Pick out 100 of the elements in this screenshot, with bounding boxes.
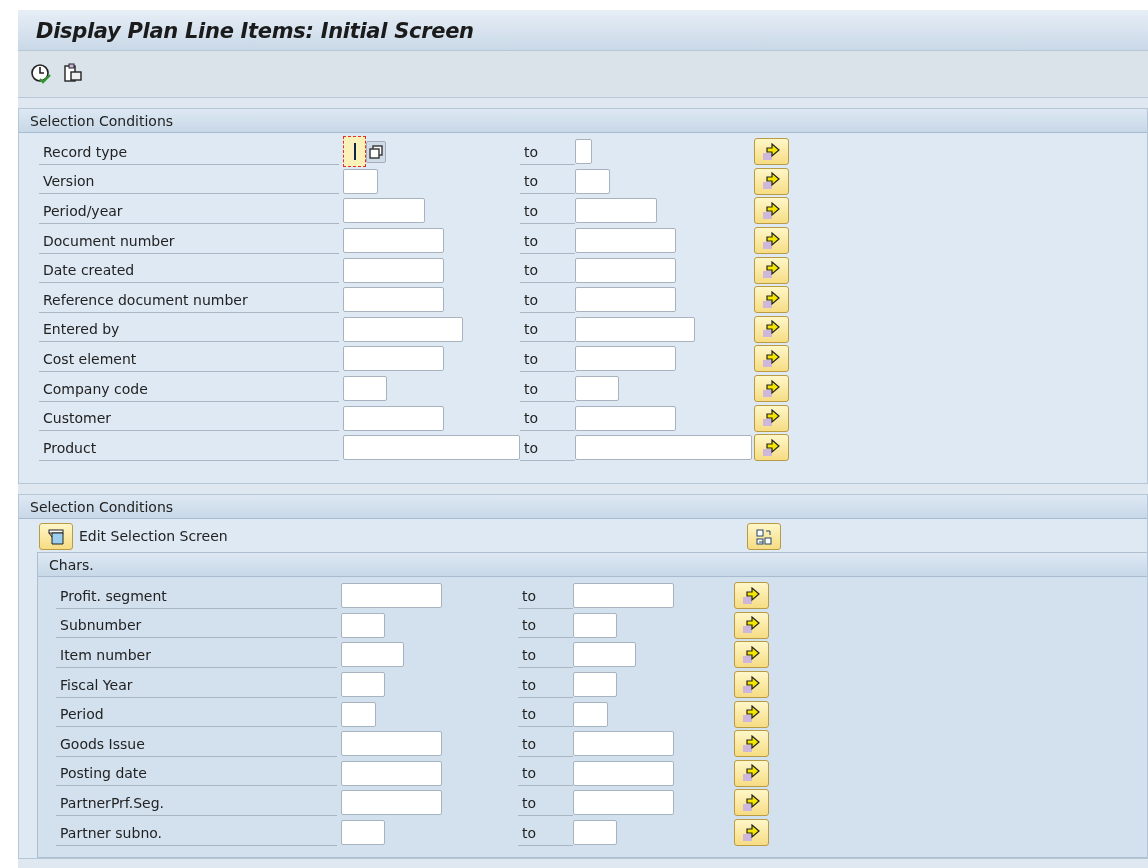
input-field[interactable]: [575, 139, 592, 165]
field-label: Version: [39, 168, 339, 195]
field-label: Product: [39, 434, 339, 461]
input-field[interactable]: [341, 583, 442, 609]
input-field[interactable]: [575, 346, 676, 372]
input-field[interactable]: [343, 376, 387, 402]
arrow-right-icon: [761, 379, 782, 398]
field-label: Document number: [39, 227, 339, 254]
arrow-right-icon: [741, 646, 762, 664]
multiple-selection-button[interactable]: [734, 730, 769, 758]
arrow-right-icon: [741, 616, 762, 635]
field-label: Date created: [39, 257, 339, 284]
multiple-selection-button[interactable]: [754, 434, 789, 462]
arrow-right-icon: [741, 793, 762, 812]
layout-icon: [755, 527, 773, 546]
input-field[interactable]: [575, 198, 657, 224]
multiple-selection-button[interactable]: [754, 345, 789, 373]
field-label: Fiscal Year: [56, 671, 337, 698]
arrow-right-icon: [741, 734, 762, 753]
arrow-right-icon: [761, 438, 782, 457]
field-label: Item number: [56, 642, 337, 668]
input-field[interactable]: [575, 287, 676, 313]
input-field[interactable]: [341, 672, 385, 698]
field-label: Company code: [39, 375, 339, 402]
field-label: Entered by: [39, 316, 339, 343]
input-field[interactable]: [343, 435, 520, 461]
field-label: Reference document number: [39, 286, 339, 313]
execute-icon[interactable]: [30, 63, 52, 85]
arrow-right-icon: [761, 202, 782, 220]
input-field[interactable]: [341, 731, 442, 757]
field-label: Period: [56, 701, 337, 728]
copy-icon[interactable]: [62, 63, 84, 85]
arrow-right-icon: [761, 142, 782, 161]
input-field[interactable]: [343, 136, 366, 168]
window-title: Display Plan Line Items: Initial Screen: [36, 18, 474, 43]
multiple-selection-button[interactable]: [754, 227, 789, 255]
arrow-right-icon: [741, 823, 762, 842]
input-field[interactable]: [573, 731, 674, 757]
input-field[interactable]: [575, 257, 676, 283]
input-field[interactable]: [573, 642, 636, 668]
input-field[interactable]: [573, 820, 617, 846]
multiple-selection-button[interactable]: [734, 759, 769, 787]
arrow-right-icon: [741, 705, 762, 724]
arrow-right-icon: [761, 320, 782, 339]
field-label: Partner subno.: [56, 819, 337, 846]
arrow-right-icon: [761, 231, 782, 250]
input-field[interactable]: [573, 672, 617, 698]
field-label: Record type: [39, 138, 339, 165]
value-help-button[interactable]: [366, 140, 386, 163]
input-field[interactable]: [573, 790, 674, 816]
multiple-selection-button[interactable]: [734, 789, 769, 817]
multiple-selection-button[interactable]: [734, 611, 769, 639]
input-field[interactable]: [573, 612, 617, 638]
multiple-selection-button[interactable]: [754, 197, 789, 225]
multiple-selection-button[interactable]: [754, 167, 789, 195]
field-label: Customer: [39, 405, 339, 432]
input-field[interactable]: [341, 701, 376, 727]
multiple-selection-button[interactable]: [754, 315, 789, 343]
filter-button[interactable]: [39, 523, 73, 550]
input-field[interactable]: [341, 820, 385, 846]
input-field[interactable]: [343, 198, 425, 224]
input-field[interactable]: [343, 257, 444, 283]
multiple-selection-button[interactable]: [754, 256, 789, 284]
multiple-selection-button[interactable]: [734, 819, 769, 847]
field-label: Profit. segment: [56, 582, 337, 609]
input-field[interactable]: [341, 790, 442, 816]
input-field[interactable]: [575, 228, 676, 254]
arrow-right-icon: [761, 290, 782, 309]
input-field[interactable]: [573, 701, 608, 727]
field-label: Posting date: [56, 760, 337, 787]
input-field[interactable]: [343, 287, 444, 313]
section-title: Selection Conditions: [19, 109, 1147, 133]
input-field[interactable]: [343, 228, 444, 254]
arrow-right-icon: [761, 349, 782, 368]
multiple-selection-button[interactable]: [734, 641, 769, 669]
input-field[interactable]: [341, 642, 404, 668]
input-field[interactable]: [343, 405, 444, 431]
field-label: Cost element: [39, 345, 339, 372]
input-field[interactable]: [575, 168, 610, 194]
multiple-selection-button[interactable]: [734, 700, 769, 728]
input-field[interactable]: [573, 583, 674, 609]
multiple-selection-button[interactable]: [734, 582, 769, 610]
input-field[interactable]: [343, 346, 444, 372]
multiple-selection-button[interactable]: [754, 404, 789, 432]
input-field[interactable]: [341, 760, 442, 786]
input-field[interactable]: [573, 760, 674, 786]
input-field[interactable]: [575, 376, 619, 402]
input-field[interactable]: [341, 612, 385, 638]
input-field[interactable]: [343, 168, 378, 194]
input-field[interactable]: [343, 316, 463, 342]
arrow-right-icon: [761, 261, 782, 280]
input-field[interactable]: [575, 405, 676, 431]
multiple-selection-button[interactable]: [754, 286, 789, 314]
field-label: Period/year: [39, 198, 339, 224]
input-field[interactable]: [575, 316, 695, 342]
multiple-selection-button[interactable]: [734, 671, 769, 699]
swap-layout-button[interactable]: [747, 523, 781, 550]
input-field[interactable]: [575, 435, 752, 461]
multiple-selection-button[interactable]: [754, 375, 789, 403]
multiple-selection-button[interactable]: [754, 138, 789, 166]
